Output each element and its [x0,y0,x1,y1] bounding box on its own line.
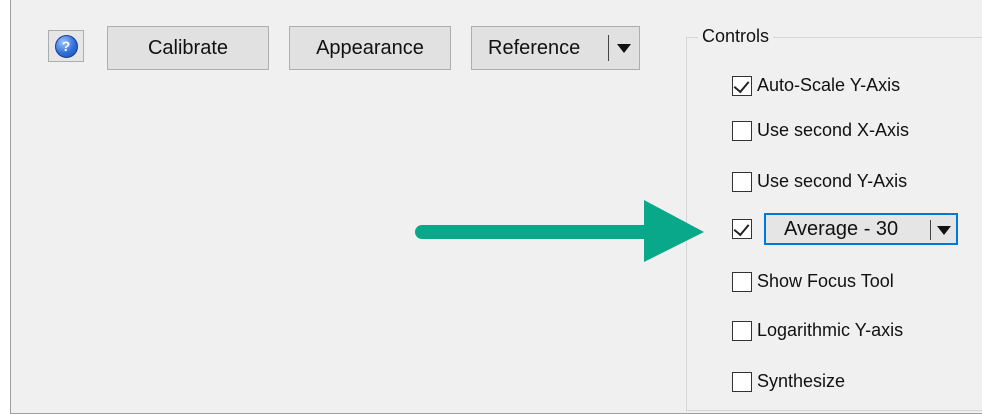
dropdown-separator [608,35,609,61]
use-second-y-axis-checkbox[interactable] [732,171,752,192]
average-row[interactable]: Average - 30 [732,213,958,245]
synthesize-label: Synthesize [757,371,846,391]
help-button[interactable]: ? [48,30,84,62]
average-select-value: Average - 30 [784,217,899,240]
reference-dropdown-button[interactable]: Reference [471,26,640,70]
dropdown-separator [930,220,931,240]
arrow-right-icon [415,200,704,262]
appearance-button[interactable]: Appearance [289,26,451,70]
logarithmic-y-axis-checkbox[interactable] [732,320,752,341]
auto-scale-y-axis-checkbox[interactable] [732,75,752,96]
show-focus-tool-checkbox[interactable] [732,271,752,292]
chevron-down-icon[interactable] [617,44,631,53]
chevron-down-icon[interactable] [937,226,951,235]
checkmark-icon [733,76,750,93]
reference-button-label: Reference [488,36,581,59]
calibrate-button-label: Calibrate [147,36,229,59]
checkmark-icon [733,219,750,237]
use-second-x-axis-checkbox[interactable] [732,120,752,141]
logarithmic-y-axis-label: Logarithmic Y-axis [757,320,904,340]
synthesize-row[interactable]: Synthesize [732,371,845,392]
logarithmic-y-axis-row[interactable]: Logarithmic Y-axis [732,320,903,341]
help-icon: ? [54,34,78,58]
synthesize-checkbox[interactable] [732,371,752,392]
use-second-y-axis-row[interactable]: Use second Y-Axis [732,171,907,192]
show-focus-tool-label: Show Focus Tool [757,271,894,291]
appearance-button-label: Appearance [316,36,424,59]
auto-scale-y-axis-label: Auto-Scale Y-Axis [757,75,901,95]
show-focus-tool-row[interactable]: Show Focus Tool [732,271,894,292]
use-second-x-axis-label: Use second X-Axis [757,120,910,140]
average-select[interactable]: Average - 30 [764,213,958,245]
auto-scale-y-axis-row[interactable]: Auto-Scale Y-Axis [732,75,900,96]
controls-group-title: Controls [698,26,774,47]
average-checkbox[interactable] [732,219,752,239]
use-second-x-axis-row[interactable]: Use second X-Axis [732,120,909,141]
calibrate-button[interactable]: Calibrate [107,26,269,70]
use-second-y-axis-label: Use second Y-Axis [757,171,908,191]
